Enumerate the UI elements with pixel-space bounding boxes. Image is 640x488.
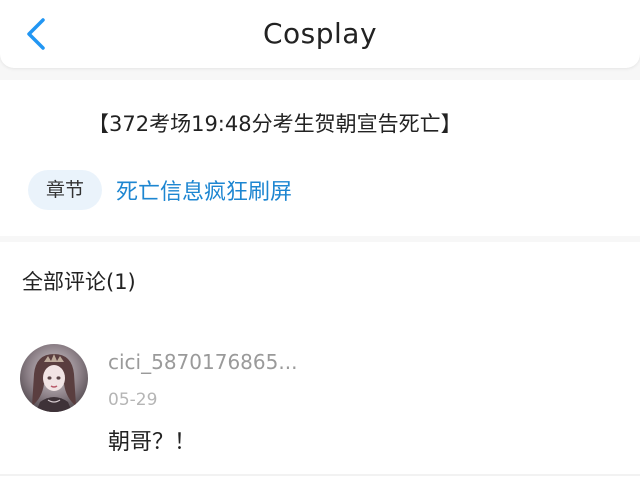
comments-heading: 全部评论(1) xyxy=(22,270,136,294)
chapter-link[interactable]: 死亡信息疯狂刷屏 xyxy=(116,174,292,206)
comment-username[interactable]: cici_5870176865... xyxy=(108,350,297,374)
chapter-tag: 章节 xyxy=(28,170,102,210)
divider xyxy=(0,474,640,476)
comments-section: 全部评论(1) cici_5870176865... 05-29 朝哥？！ xyxy=(0,242,640,488)
avatar[interactable] xyxy=(20,344,88,412)
avatar-image xyxy=(20,344,88,412)
comment-text: 朝哥？！ xyxy=(108,430,197,455)
top-app-bar: Cosplay xyxy=(0,0,640,68)
post-card: 【372考场19:48分考生贺朝宣告死亡】 章节 死亡信息疯狂刷屏 xyxy=(0,80,640,236)
comment-date: 05-29 xyxy=(108,390,158,410)
post-title: 【372考场19:48分考生贺朝宣告死亡】 xyxy=(88,112,462,136)
page-title: Cosplay xyxy=(262,17,378,50)
